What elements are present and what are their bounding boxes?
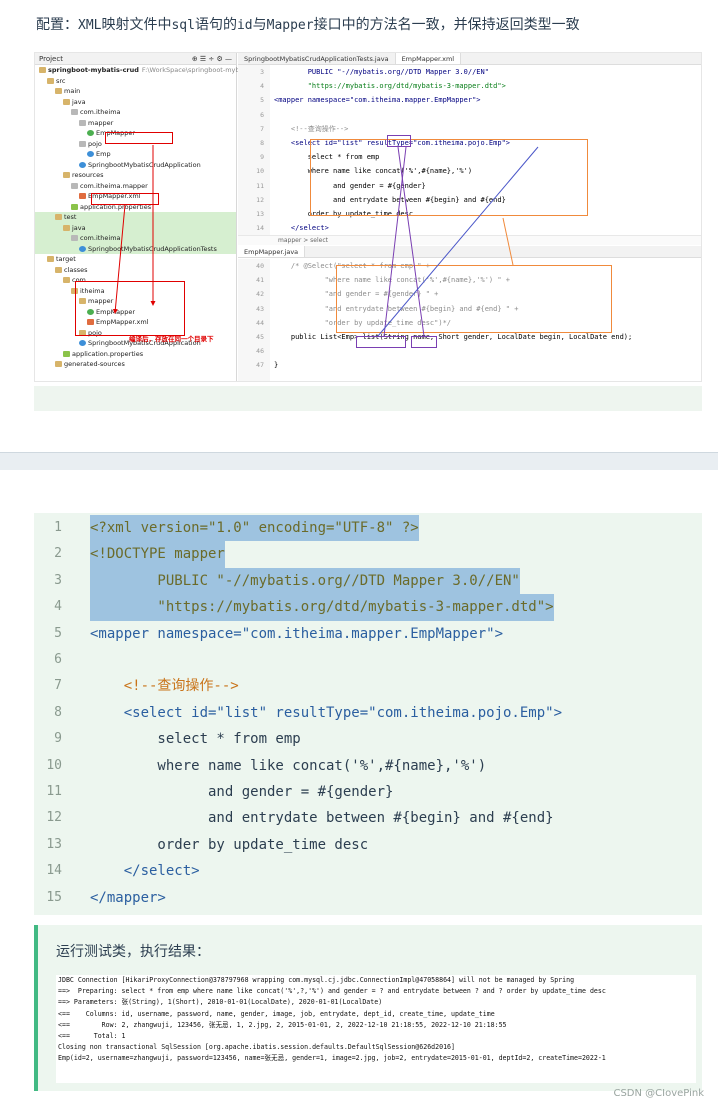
- heading-sql: sql: [171, 18, 195, 33]
- code-block-line: 3 PUBLIC "-//mybatis.org//DTD Mapper 3.0…: [34, 567, 702, 595]
- code-line-number: 10: [46, 757, 62, 773]
- code-line-number: 7: [54, 678, 62, 694]
- code-block-line: 2 <!DOCTYPE mapper: [34, 541, 702, 568]
- code-line-number: 2: [54, 546, 62, 562]
- code-line-number: 4: [54, 599, 62, 615]
- console-line: <== Columns: id, username, password, nam…: [58, 1009, 495, 1018]
- caption-bar: [34, 386, 702, 411]
- project-panel: Project ⊕ ☰ ÷ ⚙ — springboot-mybatis-cru…: [35, 53, 240, 381]
- code-line-number: 5: [54, 625, 62, 641]
- code-block-line: 4 "https://mybatis.org/dtd/mybatis-3-map…: [34, 594, 702, 621]
- heading-prefix: 配置：: [36, 17, 78, 33]
- code-line-text: </mapper>: [90, 889, 166, 906]
- console-line: ==> Preparing: select * from emp where n…: [58, 987, 606, 996]
- annotation-arrows: [377, 146, 539, 337]
- console-line: Closing non transactional SqlSession [or…: [58, 1043, 455, 1052]
- code-line-text: select * from emp: [90, 731, 301, 748]
- result-title: 运行测试类，执行结果：: [56, 944, 210, 960]
- console-line: Emp(id=2, username=zhangwuji, password=1…: [58, 1054, 606, 1063]
- code-line-number: 15: [46, 889, 62, 905]
- code-line-number: 3: [54, 572, 62, 588]
- console-line: ==> Parameters: 张(String), 1(Short), 201…: [58, 998, 383, 1007]
- code-block-line: 10 where name like concat('%',#{name},'%…: [34, 753, 702, 779]
- editor-panel: SpringbootMybatisCrudApplicationTests.ja…: [238, 53, 701, 381]
- heading-part4: 接口中的方法名一致，并保持返回类型一致: [313, 17, 580, 33]
- code-block-line: 14 </select>: [34, 858, 702, 884]
- code-line-text: "https://mybatis.org/dtd/mybatis-3-mappe…: [90, 594, 554, 621]
- code-line-number: 9: [54, 731, 62, 747]
- page-heading: 配置：XML映射文件中sql语句的id与Mapper接口中的方法名一致，并保持返…: [36, 14, 580, 34]
- code-line-text: <select id="list" resultType="com.itheim…: [90, 704, 563, 721]
- code-line-text: and gender = #{gender}: [90, 784, 394, 800]
- watermark: CSDN @CIovePink: [613, 1088, 704, 1099]
- heading-part2: 语句的: [194, 17, 237, 33]
- code-block-line: 9 select * from emp: [34, 726, 702, 752]
- heading-part1: 映射文件中: [101, 17, 172, 33]
- console-output: JDBC Connection [HikariProxyConnection@3…: [56, 975, 696, 1083]
- console-line: <== Total: 1: [58, 1031, 126, 1040]
- code-line-text: </select>: [90, 863, 200, 880]
- code-line-text: <!--查询操作-->: [90, 678, 239, 695]
- code-block-line: 11 and gender = #{gender}: [34, 779, 702, 805]
- code-line-number: 8: [54, 704, 62, 720]
- red-arrows: [112, 145, 156, 314]
- code-line-text: order by update_time desc: [90, 836, 369, 853]
- code-block-line: 13 order by update_time desc: [34, 832, 702, 858]
- xml-code-block: 1 <?xml version="1.0" encoding="UTF-8" ?>…: [34, 513, 702, 915]
- code-block-line: 8 <select id="list" resultType="com.ithe…: [34, 700, 702, 726]
- code-line-text: PUBLIC "-//mybatis.org//DTD Mapper 3.0//…: [90, 567, 520, 595]
- code-block-line: 1 <?xml version="1.0" encoding="UTF-8" ?>: [34, 515, 702, 542]
- code-line-text: <mapper namespace="com.itheima.mapper.Em…: [90, 625, 504, 642]
- code-block-line: 12 and entrydate between #{begin} and #{…: [34, 805, 702, 831]
- code-line-number: 6: [54, 652, 62, 667]
- heading-xml: XML: [78, 18, 102, 33]
- console-line: <== Row: 2, zhangwuji, 123456, 张无忌, 1, 2…: [58, 1020, 507, 1029]
- code-block-line: 7 <!--查询操作-->: [34, 673, 702, 699]
- code-line-text: and entrydate between #{begin} and #{end…: [90, 810, 554, 827]
- code-block-line: 15 </mapper>: [34, 885, 702, 911]
- heading-part3: 与: [252, 17, 267, 33]
- code-line-number: 14: [46, 863, 62, 879]
- code-line-number: 12: [46, 810, 62, 826]
- code-line-text: <?xml version="1.0" encoding="UTF-8" ?>: [90, 515, 419, 542]
- code-line-text: <!DOCTYPE mapper: [90, 541, 225, 568]
- code-block-line: 5 <mapper namespace="com.itheima.mapper.E…: [34, 621, 702, 647]
- code-line-text: where name like concat('%',#{name},'%'): [90, 757, 487, 774]
- code-line-number: 13: [46, 836, 62, 852]
- heading-mapper: Mapper: [266, 18, 314, 33]
- code-block-line: 6: [34, 647, 702, 673]
- console-line: JDBC Connection [HikariProxyConnection@3…: [58, 976, 575, 984]
- code-line-number: 11: [46, 784, 62, 799]
- code-line-number: 1: [54, 520, 62, 535]
- ide-screenshot: Project ⊕ ☰ ÷ ⚙ — springboot-mybatis-cru…: [34, 52, 702, 382]
- result-block: 运行测试类，执行结果： JDBC Connection [HikariProxy…: [34, 925, 702, 1091]
- heading-id: id: [236, 18, 253, 33]
- section-divider: [0, 452, 718, 470]
